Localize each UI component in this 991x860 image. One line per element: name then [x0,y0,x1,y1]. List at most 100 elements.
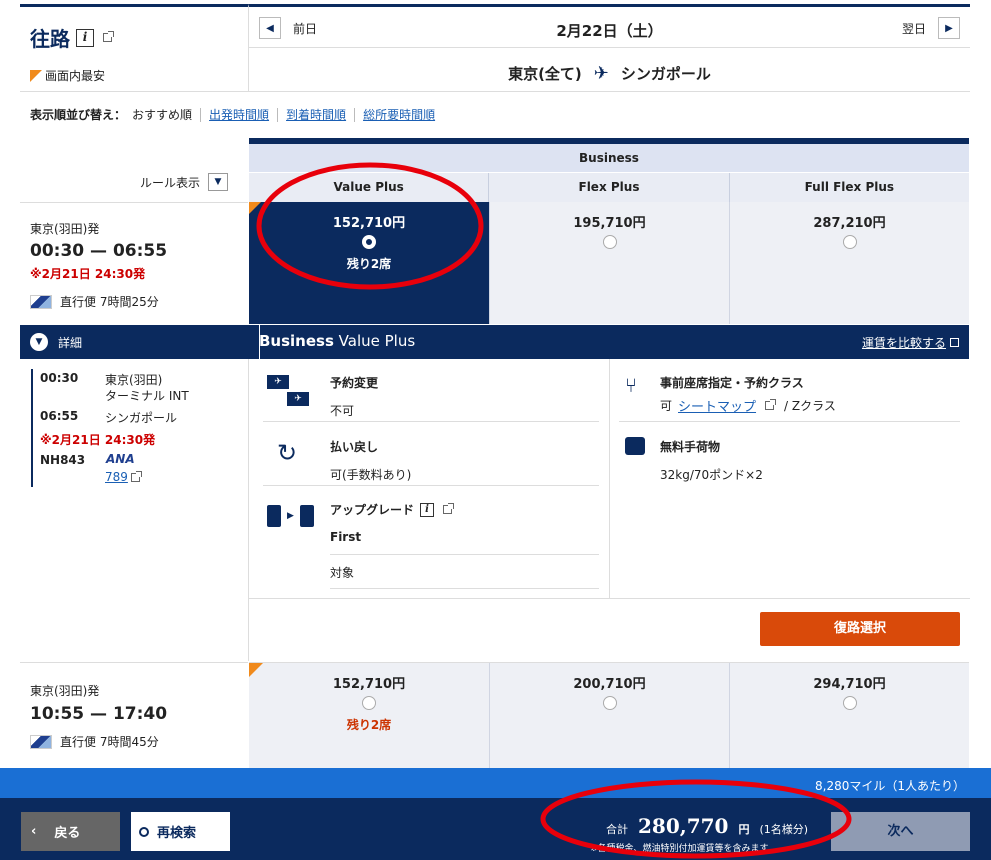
back-label: 戻る [54,826,81,841]
fare-radio[interactable] [602,235,617,249]
flight1-fare-value-plus[interactable]: 152,710円 残り2席 [249,202,489,324]
total-amount: 280,770 [638,814,729,838]
flight2-fare-full-flex-plus[interactable]: 294,710円 [729,663,969,769]
change-flight-icon: ✈ ✈ [267,375,317,406]
seats-left: 残り2席 [346,257,392,271]
price: 200,710円 [573,677,646,692]
flight2-origin: 東京(羽田)発 [30,684,100,698]
flight1-times: 00:30 — 06:55 [30,241,168,261]
compare-fares-link[interactable]: 運賃を比較する [862,334,959,351]
upgrade-class: First [330,530,362,544]
price: 152,710円 [332,677,406,692]
flight1-fare-full-flex-plus[interactable]: 287,210円 [729,202,969,324]
flight2-fare-flex-plus[interactable]: 200,710円 [489,663,729,769]
divider [330,588,599,589]
fare-panel-title-fare: Value Plus [333,332,416,350]
divider [619,421,960,422]
sort-arrival[interactable]: 到着時間順 [286,106,346,123]
price: 152,710円 [332,216,406,231]
sort-duration[interactable]: 総所要時間順 [363,106,435,123]
refund-icon: ↻ [277,439,298,467]
segment-dep-time: 00:30 [40,371,79,385]
compare-fares-label[interactable]: 運賃を比較する [862,334,946,351]
divider [200,107,202,122]
external-link-icon [443,503,455,514]
seat-value: 可 [660,399,673,413]
cheapest-marker-icon [30,69,42,82]
divider [277,107,279,122]
flight2-direct: 直行便 7時間45分 [60,735,159,749]
flight2-times: 10:55 — 17:40 [30,704,168,724]
info-icon[interactable]: i [420,502,435,517]
fare-col-flex-plus: Flex Plus [489,173,730,202]
seat-map-link[interactable]: シートマップ [678,396,756,415]
back-button[interactable]: ‹ 戻る [21,812,120,851]
next-day-button[interactable]: ▶ [938,17,960,39]
refund-label: 払い戻し [330,440,379,454]
next-day-label[interactable]: 翌日 [902,20,926,37]
research-button[interactable]: 再検索 [131,812,230,851]
return-select-button[interactable]: 復路選択 [760,612,960,646]
search-icon [139,826,149,837]
aircraft-link[interactable]: 789 [105,470,128,484]
next-button[interactable]: 次へ [831,812,970,851]
cheapest-legend: 画面内最安 [45,69,106,83]
flight1-fare-flex-plus[interactable]: 195,710円 [489,202,729,324]
price: 294,710円 [813,677,886,692]
rules-toggle[interactable]: ルール表示 ▼ [140,173,229,191]
cheapest-marker-icon [249,663,263,677]
total-fare: 合計 280,770 円 (1名様分) [606,814,808,838]
ana-airline-logo: ANA [106,452,135,466]
fare-radio[interactable] [842,235,857,249]
ana-logo-icon [30,734,52,749]
sort-departure[interactable]: 出発時間順 [209,106,269,123]
refund-value: 可(手数料あり) [330,468,412,482]
divider [249,598,970,599]
segment-dep-place: 東京(羽田) [105,373,163,387]
ana-logo-icon [30,294,52,309]
price: 287,210円 [813,216,886,231]
external-link-icon [950,338,959,347]
chevron-down-icon[interactable]: ▼ [208,173,229,191]
seats-left: 残り2席 [346,718,392,732]
fare-radio[interactable] [602,696,617,710]
chevron-down-icon[interactable]: ▼ [30,333,48,351]
baggage-icon [625,437,645,455]
segment-details: 00:30 東京(羽田) ターミナル INT 06:55 シンガポール ※2月2… [20,359,248,661]
segment-arr-place: シンガポール [105,411,178,425]
details-toggle[interactable]: ▼ 詳細 [30,333,82,351]
info-icon[interactable]: i [76,28,94,47]
sort-bar: 表示順並び替え： おすすめ順 出発時間順 到着時間順 総所要時間順 [30,106,435,123]
details-label: 詳細 [58,335,83,350]
fare-radio[interactable] [362,696,376,710]
divider [609,359,610,598]
flight2-fare-value-plus[interactable]: 152,710円 残り2席 [249,663,489,769]
fare-radio[interactable] [842,696,857,710]
change-value: 不可 [330,404,355,418]
upgrade-value: 対象 [330,566,355,580]
flight2-fares: 152,710円 残り2席 200,710円 294,710円 [249,662,969,769]
fare-col-value-plus: Value Plus [249,173,490,202]
fare-column-headers: Value Plus Flex Plus Full Flex Plus [249,172,969,202]
header-left: 往路 i 画面内最安 [20,4,248,92]
cabin-header: Business [249,144,969,172]
divider [330,554,599,555]
cheapest-marker-icon [249,202,261,214]
flight1-info: 東京(羽田)発 00:30 — 06:55 ※2月21日 24:30発 直行便 … [20,202,248,324]
page-title: 往路 [30,27,70,51]
segment-date-note: ※2月21日 24:30発 [40,433,156,447]
flight1-date-note: ※2月21日 24:30発 [30,267,146,281]
upgrade-seat-icon: ▶ [267,505,314,527]
tax-note: ※各種税金、燃油特別付加運賃等を含みます [590,844,769,854]
flight1-fares: 152,710円 残り2席 195,710円 287,210円 [249,202,969,324]
external-link-icon [103,31,114,42]
seat-label: 事前座席指定・予約クラス [660,376,804,390]
seat-icon: ⑂ [625,373,637,397]
divider [354,107,356,122]
fare-detail-panel: ✈ ✈ 予約変更 不可 ↻ 払い戻し 可(手数料あり) ▶ アップグレード i … [248,359,970,661]
fare-radio-selected[interactable] [362,235,376,249]
date-label: 2月22日（土） [556,22,663,40]
route-destination: シンガポール [620,65,711,83]
airplane-icon: ✈ [593,63,609,84]
sort-recommended[interactable]: おすすめ順 [132,106,192,123]
